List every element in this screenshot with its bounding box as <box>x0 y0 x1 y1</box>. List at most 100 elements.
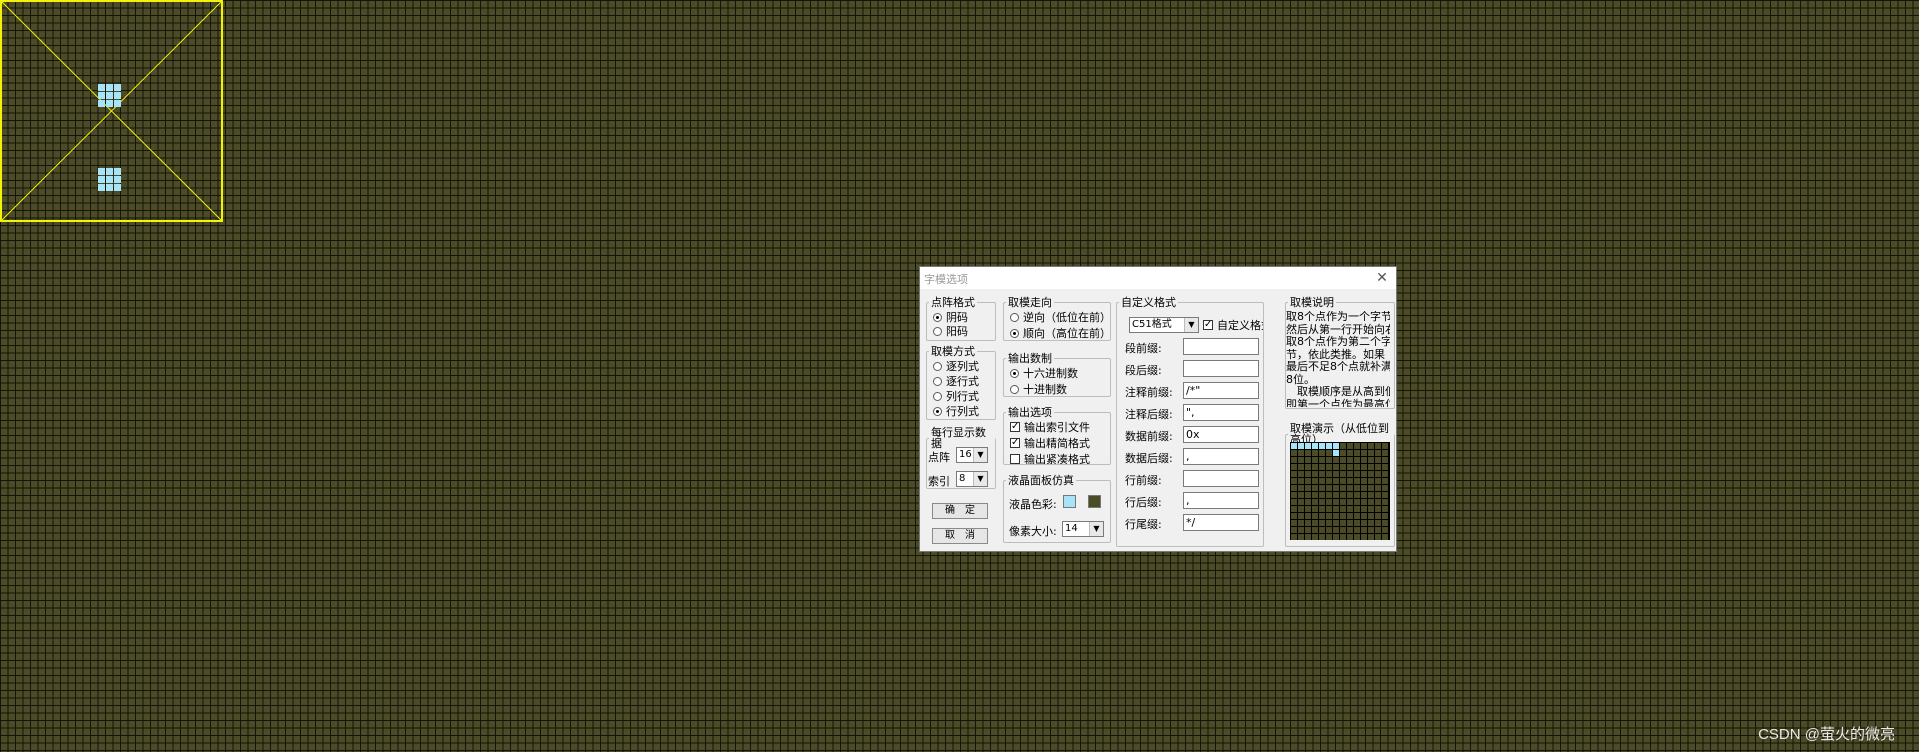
radio-hex[interactable]: 十六进制数 <box>1010 366 1078 380</box>
demo-cell <box>1347 520 1353 526</box>
demo-cell <box>1333 471 1339 477</box>
demo-cell <box>1319 457 1325 463</box>
demo-cell <box>1291 457 1297 463</box>
demo-cell <box>1347 485 1353 491</box>
demo-cell <box>1361 506 1367 512</box>
line-suffix-input[interactable]: , <box>1183 492 1259 509</box>
radio-column-wise[interactable]: 逐列式 <box>933 359 979 373</box>
demo-cell <box>1326 485 1332 491</box>
demo-cell <box>1326 457 1332 463</box>
index-label: 索引 <box>928 475 950 488</box>
demo-cell <box>1319 443 1325 449</box>
dots-label: 点阵 <box>928 451 950 464</box>
check-icon: ✓ <box>1203 319 1213 330</box>
demo-cell <box>1291 485 1297 491</box>
demo-cell <box>1361 464 1367 470</box>
demo-cell <box>1333 464 1339 470</box>
demo-cell <box>1319 499 1325 505</box>
radio-forward[interactable]: 顺向（高位在前） <box>1010 326 1110 340</box>
checkbox-tight-format[interactable]: 输出紧凑格式 <box>1010 452 1090 464</box>
seg-suffix-input[interactable] <box>1183 360 1259 377</box>
index-select[interactable]: 8 ▼ <box>956 471 988 487</box>
pixel-size-select[interactable]: 14 ▼ <box>1062 521 1104 537</box>
demo-cell <box>1333 513 1339 519</box>
demo-cell <box>1319 464 1325 470</box>
comment-suffix-input[interactable]: ", <box>1183 404 1259 421</box>
lcd-bg-swatch[interactable] <box>1088 495 1101 508</box>
demo-cell <box>1333 506 1339 512</box>
demo-cell <box>1354 534 1360 540</box>
demo-cell <box>1305 534 1311 540</box>
demo-cell <box>1382 520 1388 526</box>
dialog-title: 字模选项 <box>924 273 968 286</box>
demo-cell <box>1347 527 1353 533</box>
close-icon[interactable]: ✕ <box>1372 268 1392 288</box>
demo-cell <box>1361 443 1367 449</box>
radio-indicator <box>933 312 942 322</box>
demo-cell <box>1319 492 1325 498</box>
demo-cell <box>1375 520 1381 526</box>
demo-cell <box>1291 534 1297 540</box>
demo-cell <box>1305 450 1311 456</box>
format-select[interactable]: C51格式 ▼ <box>1129 317 1199 333</box>
demo-cell <box>1354 513 1360 519</box>
radio-indicator <box>933 406 942 416</box>
demo-cell <box>1382 450 1388 456</box>
demo-cell <box>1361 534 1367 540</box>
demo-cell <box>1312 471 1318 477</box>
radix-legend: 输出数制 <box>1008 352 1052 365</box>
radio-dot-negative[interactable]: 阴码 <box>933 310 968 324</box>
title-bar[interactable]: 字模选项 ✕ <box>920 267 1396 289</box>
radio-reverse[interactable]: 逆向（低位在前） <box>1010 310 1110 324</box>
radio-row-wise[interactable]: 逐行式 <box>933 374 979 388</box>
demo-cell <box>1375 464 1381 470</box>
line-prefix-input[interactable] <box>1183 470 1259 487</box>
demo-cell <box>1368 534 1374 540</box>
checkbox-custom-format[interactable]: ✓自定义格式 <box>1203 318 1263 332</box>
demo-cell <box>1361 492 1367 498</box>
line-end-input[interactable]: */ <box>1183 514 1259 531</box>
demo-cell <box>1382 513 1388 519</box>
comment-prefix-input[interactable]: /*" <box>1183 382 1259 399</box>
radio-indicator <box>933 391 942 401</box>
ok-button[interactable]: 确 定 <box>932 503 988 519</box>
demo-cell <box>1298 471 1304 477</box>
data-prefix-input[interactable]: 0x <box>1183 426 1259 443</box>
radio-decimal[interactable]: 十进制数 <box>1010 382 1067 396</box>
demo-cell <box>1347 478 1353 484</box>
custom-legend: 自定义格式 <box>1121 296 1176 309</box>
output-options-group: 输出选项 ✓ 输出索引文件 ✓ 输出精简格式 输出紧凑格式 <box>1003 407 1111 465</box>
checkbox-index-file[interactable]: ✓ 输出索引文件 <box>1010 420 1090 434</box>
demo-cell <box>1312 506 1318 512</box>
cancel-button[interactable]: 取 消 <box>932 528 988 544</box>
demo-cell <box>1312 485 1318 491</box>
seg-prefix-input[interactable] <box>1183 338 1259 355</box>
data-suffix-input[interactable]: , <box>1183 448 1259 465</box>
demo-cell <box>1354 506 1360 512</box>
dots-select[interactable]: 16 ▼ <box>956 447 988 463</box>
demo-cell <box>1382 478 1388 484</box>
radio-dot-positive[interactable]: 阳码 <box>933 324 968 338</box>
field-label-line-suffix: 行后缀: <box>1125 496 1162 509</box>
radio-row-column[interactable]: 行列式 <box>933 404 979 418</box>
demo-cell <box>1368 513 1374 519</box>
demo-cell <box>1354 485 1360 491</box>
demo-cell <box>1361 450 1367 456</box>
demo-cell <box>1361 499 1367 505</box>
radio-indicator <box>933 376 942 386</box>
demo-cell <box>1291 450 1297 456</box>
chevron-down-icon: ▼ <box>1089 522 1103 536</box>
demo-cell <box>1326 534 1332 540</box>
demo-cell <box>1291 513 1297 519</box>
checkbox-compact-format[interactable]: ✓ 输出精简格式 <box>1010 436 1090 450</box>
lcd-fg-swatch[interactable] <box>1063 495 1076 508</box>
radix-group: 输出数制 十六进制数 十进制数 <box>1003 353 1111 397</box>
demo-cell <box>1375 534 1381 540</box>
demo-cell <box>1298 499 1304 505</box>
demo-cell <box>1368 506 1374 512</box>
radio-column-row[interactable]: 列行式 <box>933 389 979 403</box>
demo-cell <box>1326 506 1332 512</box>
demo-cell <box>1298 457 1304 463</box>
demo-cell <box>1340 478 1346 484</box>
demo-cell <box>1305 471 1311 477</box>
